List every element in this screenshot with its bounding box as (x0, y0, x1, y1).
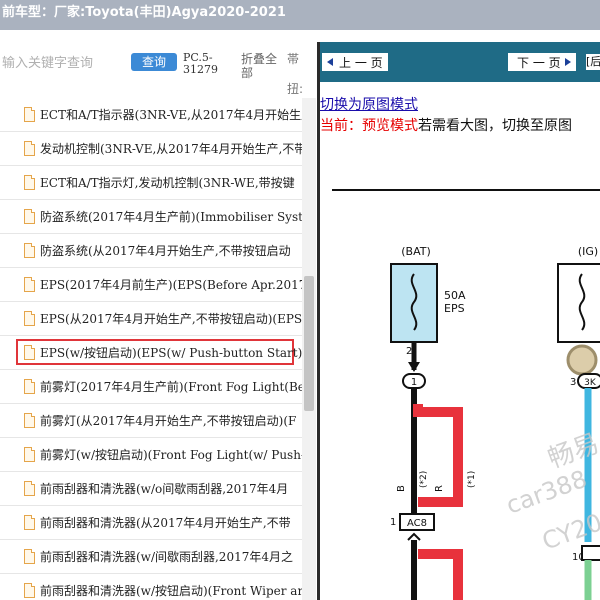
chevron-up-icon (407, 532, 421, 541)
scrollbar-thumb[interactable] (304, 276, 314, 411)
list-item[interactable]: 防盗系统(2017年4月生产前)(Immobiliser System (0, 200, 302, 234)
document-icon (24, 379, 35, 394)
note-b-label: (*1) (467, 471, 477, 488)
list-item[interactable]: 防盗系统(从2017年4月开始生产,不带按钮启动 (0, 234, 302, 268)
diagram-viewer: 上 一 页 下 一 页 [后 切换为原图模式 当前：预览模式若需看大图，切换至原… (320, 42, 600, 600)
list-item-label: 前雾灯(w/按钮启动)(Front Fog Light(w/ Push-b (40, 448, 302, 462)
document-icon (24, 345, 35, 360)
document-icon (24, 311, 35, 326)
document-icon (24, 141, 35, 156)
wire-b-label: B (396, 485, 407, 492)
last-page-button[interactable]: [后 (586, 54, 600, 70)
connector-right-label: 3K (584, 378, 597, 388)
document-icon (24, 481, 35, 496)
document-icon (24, 583, 35, 598)
query-button[interactable]: 查询 (131, 53, 177, 71)
list-item[interactable]: EPS(从2017年4月开始生产,不带按钮启动)(EPS (0, 302, 302, 336)
document-icon (24, 447, 35, 462)
search-bar: 查询 PC.5-31279 折叠全部 帯 扭: (0, 42, 318, 96)
bottom-connector (581, 545, 600, 561)
list-item[interactable]: EPS(2017年4月前生产)(EPS(Before Apr.2017 Pr (0, 268, 302, 302)
next-page-label: 下 一 页 (517, 56, 561, 70)
list-item-label: 防盗系统(从2017年4月开始生产,不带按钮启动 (40, 244, 291, 258)
list-item-label: EPS(w/按钮启动)(EPS(w/ Push-button Start)) (40, 346, 302, 360)
document-icon (24, 175, 35, 190)
ac8-label: AC8 (407, 518, 427, 529)
truncated-edge-text: 帯 扭: (287, 44, 303, 104)
note-a-label: (*2) (419, 471, 429, 488)
list-item-label: EPS(2017年4月前生产)(EPS(Before Apr.2017 Pr (40, 278, 302, 292)
document-icon (24, 209, 35, 224)
tree-panel: 查询 PC.5-31279 折叠全部 帯 扭: ECT和A/T指示器(3NR-V… (0, 30, 318, 600)
list-item[interactable]: 前雨刮器和清洗器(w/按钮启动)(Front Wiper an (0, 574, 302, 600)
next-page-button[interactable]: 下 一 页 (508, 53, 576, 71)
circuit-list: ECT和A/T指示器(3NR-VE,从2017年4月开始生产 发动机控制(3NR-… (0, 98, 302, 600)
arrow-right-icon (565, 58, 571, 66)
document-icon (24, 413, 35, 428)
list-item-label: 前雨刮器和清洗器(w/按钮启动)(Front Wiper an (40, 584, 302, 598)
document-icon (24, 107, 35, 122)
list-item[interactable]: 前雨刮器和清洗器(从2017年4月开始生产,不带 (0, 506, 302, 540)
list-item[interactable]: ECT和A/T指示器(3NR-VE,从2017年4月开始生产 (0, 98, 302, 132)
list-item-label: ECT和A/T指示器(3NR-VE,从2017年4月开始生产 (40, 108, 302, 122)
fuse-rating: 50A (444, 289, 466, 302)
watermark-logo-icon (566, 344, 598, 376)
collapse-all-button[interactable]: 折叠全部 (241, 52, 281, 80)
document-icon (24, 549, 35, 564)
list-item[interactable]: 前雾灯(2017年4月生产前)(Front Fog Light(Bef (0, 370, 302, 404)
ac8-pin-number: 1 (390, 517, 396, 528)
list-item-label: 前雾灯(2017年4月生产前)(Front Fog Light(Bef (40, 380, 302, 394)
wire-arrow-icon (408, 362, 420, 372)
search-input[interactable] (0, 52, 126, 74)
ig-pin-number: 3 (570, 377, 576, 388)
list-item[interactable]: ECT和A/T指示灯,发动机控制(3NR-WE,带按键 (0, 166, 302, 200)
list-item-label: 防盗系统(2017年4月生产前)(Immobiliser System (40, 210, 302, 224)
connector-left-number: 1 (411, 377, 417, 388)
list-item[interactable]: 发动机控制(3NR-VE,从2017年4月开始生产,不带 (0, 132, 302, 166)
list-item-label: 前雾灯(从2017年4月开始生产,不带按钮启动)(F (40, 414, 297, 428)
list-item[interactable]: 前雾灯(从2017年4月开始生产,不带按钮启动)(F (0, 404, 302, 438)
list-item[interactable]: 前雨刮器和清洗器(w/o间歇雨刮器,2017年4月 (0, 472, 302, 506)
list-item-label: ECT和A/T指示灯,发动机控制(3NR-WE,带按键 (40, 176, 295, 190)
ig-label: (IG) (578, 245, 598, 258)
ig-fuse-box (557, 263, 600, 343)
edge-text-top: 帯 (287, 52, 300, 66)
document-icon (24, 515, 35, 530)
list-item-label: 发动机控制(3NR-VE,从2017年4月开始生产,不带 (40, 142, 302, 156)
list-item[interactable]: 前雾灯(w/按钮启动)(Front Fog Light(w/ Push-b (0, 438, 302, 472)
viewer-toolbar: 上 一 页 下 一 页 [后 (320, 42, 600, 82)
document-icon (24, 243, 35, 258)
prev-page-button[interactable]: 上 一 页 (322, 53, 388, 71)
list-item-label: 前雨刮器和清洗器(w/间歇雨刮器,2017年4月之 (40, 550, 293, 564)
list-scrollbar[interactable] (302, 98, 316, 600)
wire-r-label: R (434, 485, 445, 492)
list-item-label: 前雨刮器和清洗器(w/o间歇雨刮器,2017年4月 (40, 482, 289, 496)
fuse-pin-left: 2 (406, 346, 412, 357)
list-item[interactable]: EPS(w/按钮启动)(EPS(w/ Push-button Start)) (0, 336, 302, 370)
watermark-text-2: car388 (502, 465, 590, 520)
list-item[interactable]: 前雨刮器和清洗器(w/间歇雨刮器,2017年4月之 (0, 540, 302, 574)
bat-label: (BAT) (401, 245, 431, 258)
list-item-label: EPS(从2017年4月开始生产,不带按钮启动)(EPS (40, 312, 302, 326)
wire-red-lower (418, 549, 463, 600)
mode-status-hint: 若需看大图，切换至原图 (418, 118, 572, 134)
arrow-left-icon (327, 58, 333, 66)
part-code-label: PC.5-31279 (183, 51, 218, 76)
prev-page-label: 上 一 页 (339, 56, 383, 70)
window-title: 前车型：厂家:Toyota(丰田)Agya2020-2021 (0, 0, 600, 30)
list-item-label: 前雨刮器和清洗器(从2017年4月开始生产,不带 (40, 516, 291, 530)
switch-to-original-link[interactable]: 切换为原图模式 (320, 94, 418, 114)
fuse-name: EPS (444, 302, 465, 315)
mode-status-current: 当前：预览模式 (320, 118, 418, 134)
document-icon (24, 277, 35, 292)
mode-status: 当前：预览模式若需看大图，切换至原图 (320, 115, 572, 135)
wiring-diagram: (BAT) 50A EPS 2 1 B (*2) R (*1) 1 AC8 (I… (332, 189, 600, 600)
